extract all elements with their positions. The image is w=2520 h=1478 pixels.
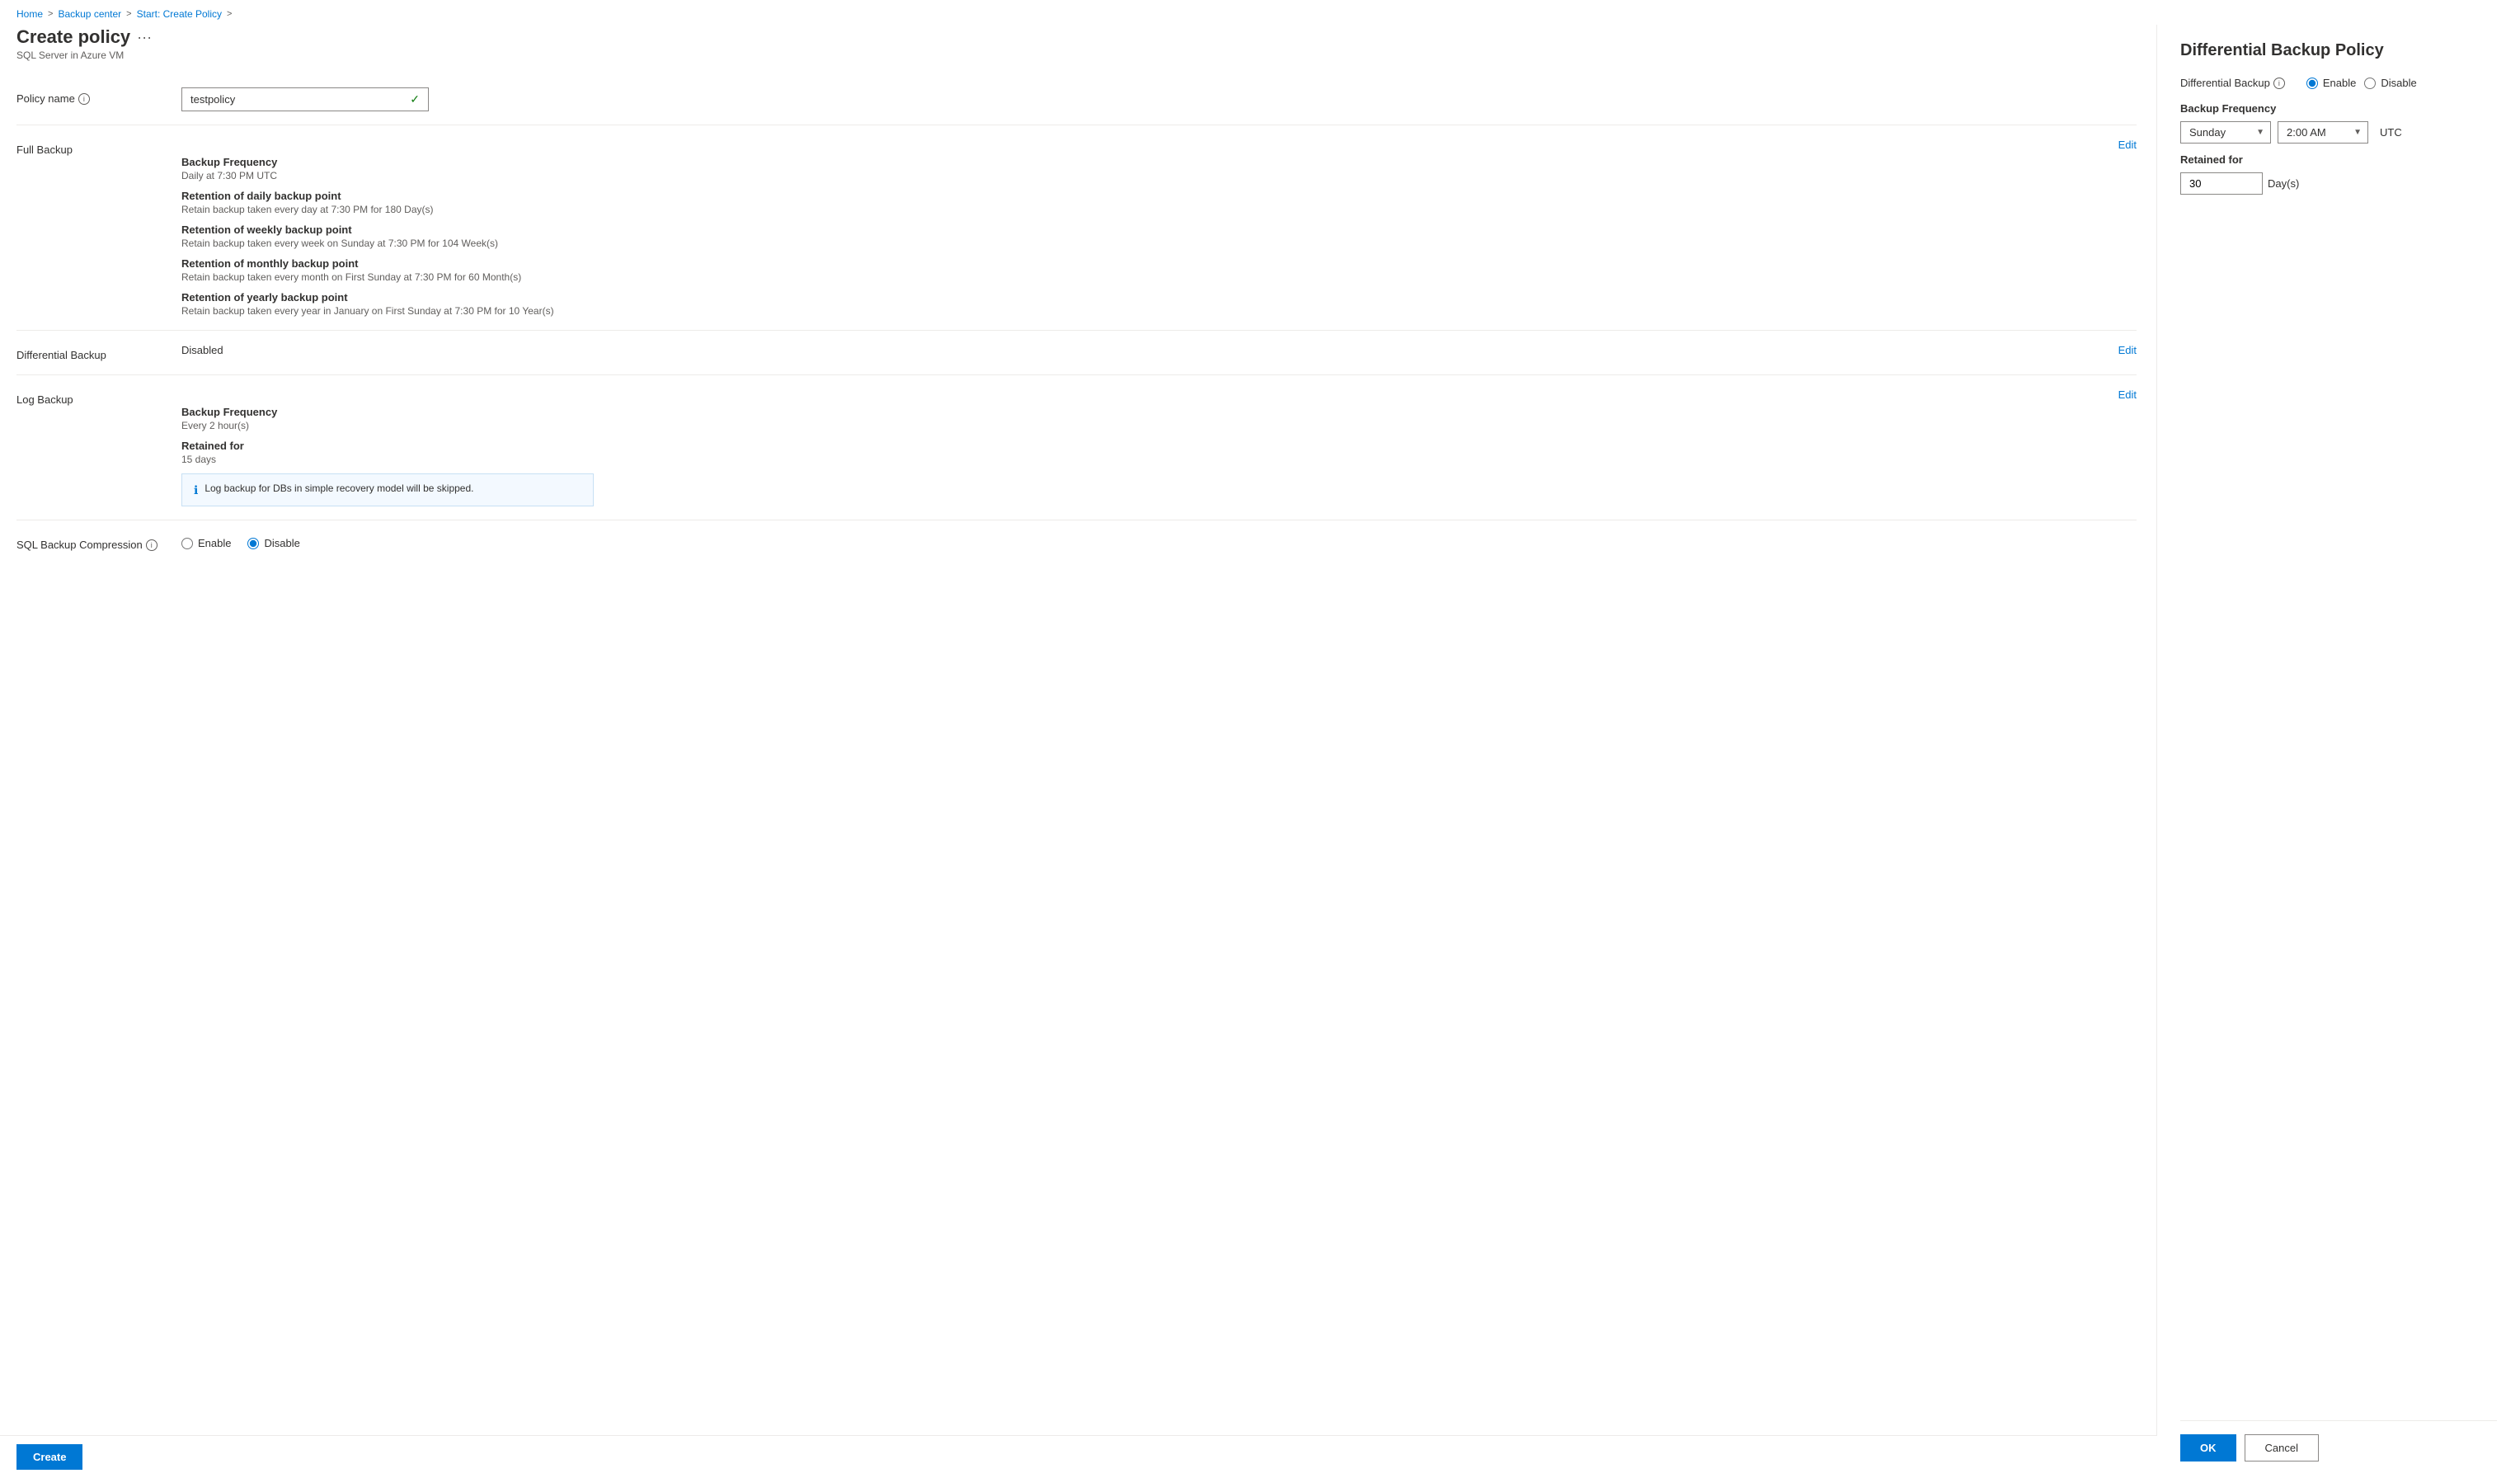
time-select-wrapper: 12:00 AM 1:00 AM 2:00 AM 3:00 AM 4:00 AM… xyxy=(2278,121,2368,144)
backup-frequency-section-label: Backup Frequency xyxy=(2180,102,2497,115)
sql-backup-compression-label: SQL Backup Compression i xyxy=(16,534,181,551)
right-panel-bottom-bar: OK Cancel xyxy=(2180,1420,2497,1462)
full-backup-frequency-desc: Daily at 7:30 PM UTC xyxy=(181,170,2137,181)
differential-disable-option[interactable]: Disable xyxy=(2364,77,2416,89)
differential-enable-radio[interactable] xyxy=(2306,78,2318,89)
differential-enable-label: Enable xyxy=(2323,77,2356,89)
right-panel-spacer xyxy=(2180,208,2497,1420)
sql-backup-enable-option[interactable]: Enable xyxy=(181,537,231,549)
log-backup-info-icon: ℹ xyxy=(194,483,198,497)
breadcrumb: Home > Backup center > Start: Create Pol… xyxy=(0,0,2520,25)
ok-button[interactable]: OK xyxy=(2180,1434,2236,1462)
sql-backup-disable-label: Disable xyxy=(264,537,299,549)
differential-backup-info-icon[interactable]: i xyxy=(2273,78,2285,89)
policy-name-input-wrapper: ✓ xyxy=(181,87,429,111)
log-backup-info-box: ℹ Log backup for DBs in simple recovery … xyxy=(181,473,594,506)
utc-label: UTC xyxy=(2380,126,2402,139)
backup-frequency-section: Backup Frequency Sunday Monday Tuesday W… xyxy=(2180,102,2497,144)
differential-backup-status: Disabled xyxy=(181,344,223,356)
sql-backup-compression-info-icon[interactable]: i xyxy=(146,539,158,551)
differential-enable-option[interactable]: Enable xyxy=(2306,77,2356,89)
log-backup-retained-title: Retained for xyxy=(181,440,2137,452)
differential-backup-section-header: Disabled Edit xyxy=(181,344,2137,356)
retained-for-input[interactable] xyxy=(2180,172,2263,195)
sql-backup-compression-radio-group: Enable Disable xyxy=(181,537,2137,549)
sql-backup-compression-row: SQL Backup Compression i Enable Disable xyxy=(16,520,2137,564)
breadcrumb-start-create-policy[interactable]: Start: Create Policy xyxy=(137,8,222,20)
policy-name-input[interactable] xyxy=(190,93,403,106)
full-backup-yearly-desc: Retain backup taken every year in Januar… xyxy=(181,305,2137,317)
more-options-icon[interactable]: ··· xyxy=(137,29,152,46)
policy-name-info-icon[interactable]: i xyxy=(78,93,90,105)
retained-for-label: Retained for xyxy=(2180,153,2497,166)
backup-frequency-controls: Sunday Monday Tuesday Wednesday Thursday… xyxy=(2180,121,2497,144)
right-panel-title: Differential Backup Policy xyxy=(2180,41,2497,60)
page-title: Create policy xyxy=(16,26,130,48)
log-backup-frequency-desc: Every 2 hour(s) xyxy=(181,420,2137,431)
full-backup-daily-title: Retention of daily backup point xyxy=(181,190,2137,202)
full-backup-monthly-title: Retention of monthly backup point xyxy=(181,257,2137,270)
sql-backup-enable-label: Enable xyxy=(198,537,231,549)
full-backup-section-header: Edit xyxy=(181,139,2137,151)
policy-name-row: Policy name i ✓ xyxy=(16,74,2137,125)
log-backup-label: Log Backup xyxy=(16,388,181,406)
full-backup-edit-link[interactable]: Edit xyxy=(2118,139,2137,151)
breadcrumb-backup-center[interactable]: Backup center xyxy=(58,8,121,20)
retained-for-unit: Day(s) xyxy=(2268,177,2299,190)
policy-name-label: Policy name i xyxy=(16,87,181,105)
full-backup-daily-desc: Retain backup taken every day at 7:30 PM… xyxy=(181,204,2137,215)
full-backup-monthly-desc: Retain backup taken every month on First… xyxy=(181,271,2137,283)
sql-backup-disable-option[interactable]: Disable xyxy=(247,537,299,549)
day-select-wrapper: Sunday Monday Tuesday Wednesday Thursday… xyxy=(2180,121,2271,144)
differential-backup-row: Differential Backup Disabled Edit xyxy=(16,331,2137,375)
full-backup-row: Full Backup Edit Backup Frequency Daily … xyxy=(16,125,2137,331)
sql-backup-disable-radio[interactable] xyxy=(247,538,259,549)
full-backup-label: Full Backup xyxy=(16,139,181,156)
cancel-button[interactable]: Cancel xyxy=(2245,1434,2319,1462)
full-backup-weekly-desc: Retain backup taken every week on Sunday… xyxy=(181,238,2137,249)
full-backup-yearly-title: Retention of yearly backup point xyxy=(181,291,2137,304)
retained-for-section: Retained for Day(s) xyxy=(2180,153,2497,195)
log-backup-retained-desc: 15 days xyxy=(181,454,2137,465)
log-backup-frequency-title: Backup Frequency xyxy=(181,406,2137,418)
differential-backup-right-label: Differential Backup i xyxy=(2180,77,2285,89)
differential-disable-radio[interactable] xyxy=(2364,78,2376,89)
policy-name-checkmark: ✓ xyxy=(410,92,420,106)
bottom-bar: Create xyxy=(0,1435,2157,1478)
log-backup-edit-link[interactable]: Edit xyxy=(2118,388,2137,401)
sql-backup-enable-radio[interactable] xyxy=(181,538,193,549)
left-panel: Create policy ··· SQL Server in Azure VM… xyxy=(0,25,2157,1478)
day-select[interactable]: Sunday Monday Tuesday Wednesday Thursday… xyxy=(2180,121,2271,144)
differential-backup-toggle-row: Differential Backup i Enable Disable xyxy=(2180,77,2497,89)
retained-for-controls: Day(s) xyxy=(2180,172,2497,195)
create-button[interactable]: Create xyxy=(16,1444,82,1470)
log-backup-section-header: Edit xyxy=(181,388,2137,401)
differential-disable-label: Disable xyxy=(2381,77,2416,89)
differential-backup-label: Differential Backup xyxy=(16,344,181,361)
log-backup-info-text: Log backup for DBs in simple recovery mo… xyxy=(205,482,473,494)
time-select[interactable]: 12:00 AM 1:00 AM 2:00 AM 3:00 AM 4:00 AM… xyxy=(2278,121,2368,144)
right-panel: Differential Backup Policy Differential … xyxy=(2157,25,2520,1478)
full-backup-frequency-title: Backup Frequency xyxy=(181,156,2137,168)
page-subtitle: SQL Server in Azure VM xyxy=(16,49,2137,61)
breadcrumb-home[interactable]: Home xyxy=(16,8,43,20)
full-backup-weekly-title: Retention of weekly backup point xyxy=(181,224,2137,236)
differential-backup-edit-link[interactable]: Edit xyxy=(2118,344,2137,356)
log-backup-row: Log Backup Edit Backup Frequency Every 2… xyxy=(16,375,2137,520)
